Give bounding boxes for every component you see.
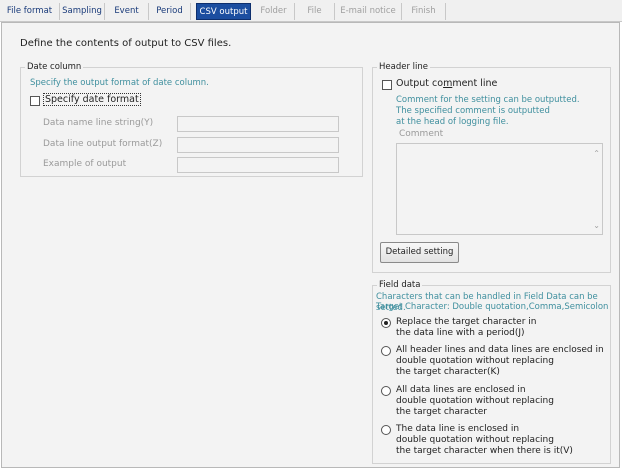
data-line-format-label: Data line output format(Z) (43, 139, 163, 149)
enclose-data-lines-radio[interactable] (381, 386, 391, 396)
header-line-hint-3: at the head of logging file. (396, 117, 509, 127)
replace-with-period-label[interactable]: Replace the target character in the data… (396, 317, 536, 339)
scroll-up-icon[interactable]: ⌃ (593, 149, 600, 158)
tab-file: File (295, 3, 335, 20)
data-line-format-input[interactable] (177, 137, 339, 153)
tab-folder: Folder (253, 3, 295, 20)
enclose-all-lines-label[interactable]: All header lines and data lines are encl… (396, 345, 604, 378)
enclose-when-present-label[interactable]: The data line is enclosed in double quot… (396, 424, 573, 457)
tab-csv-output[interactable]: CSV output (196, 3, 251, 20)
example-output-field (177, 157, 339, 173)
replace-with-period-radio[interactable] (381, 318, 391, 328)
output-comment-line-label[interactable]: Output comment line (396, 78, 497, 89)
specify-date-format-checkbox[interactable] (30, 96, 40, 106)
header-line-hint-1: Comment for the setting can be outputted… (396, 95, 580, 105)
tab-event[interactable]: Event (105, 3, 149, 20)
enclose-all-lines-radio[interactable] (381, 346, 391, 356)
field-data-hint-2: Target Character: Double quotation,Comma… (376, 302, 609, 312)
comment-label: Comment (399, 129, 444, 139)
tab-file-format[interactable]: File format (0, 3, 60, 20)
date-column-hint: Specify the output format of date column… (30, 78, 209, 88)
scroll-down-icon[interactable]: ⌄ (593, 221, 600, 230)
tab-period[interactable]: Period (149, 3, 191, 20)
example-output-label: Example of output (43, 159, 127, 169)
specify-date-format-label[interactable]: Specify date format (43, 93, 141, 106)
comment-textarea[interactable]: ⌃ ⌄ (396, 143, 603, 235)
data-name-line-label: Data name line string(Y) (43, 118, 154, 128)
page-description: Define the contents of output to CSV fil… (20, 38, 232, 49)
date-column-title: Date column (25, 62, 84, 72)
header-line-hint-2: The specified comment is outputted (396, 106, 550, 116)
field-data-title: Field data (377, 280, 423, 290)
tab-sampling[interactable]: Sampling (60, 3, 105, 20)
tab-email-notice: E-mail notice (335, 3, 402, 20)
detailed-setting-button[interactable]: Detailed setting (380, 242, 459, 263)
output-comment-line-checkbox[interactable] (382, 80, 392, 90)
data-name-line-input[interactable] (177, 116, 339, 132)
enclose-data-lines-label[interactable]: All data lines are enclosed in double qu… (396, 385, 554, 418)
header-line-title: Header line (377, 62, 430, 72)
tab-finish: Finish (402, 3, 446, 20)
wizard-tab-bar: File format Sampling Event Period CSV ou… (0, 0, 622, 22)
enclose-when-present-radio[interactable] (381, 425, 391, 435)
